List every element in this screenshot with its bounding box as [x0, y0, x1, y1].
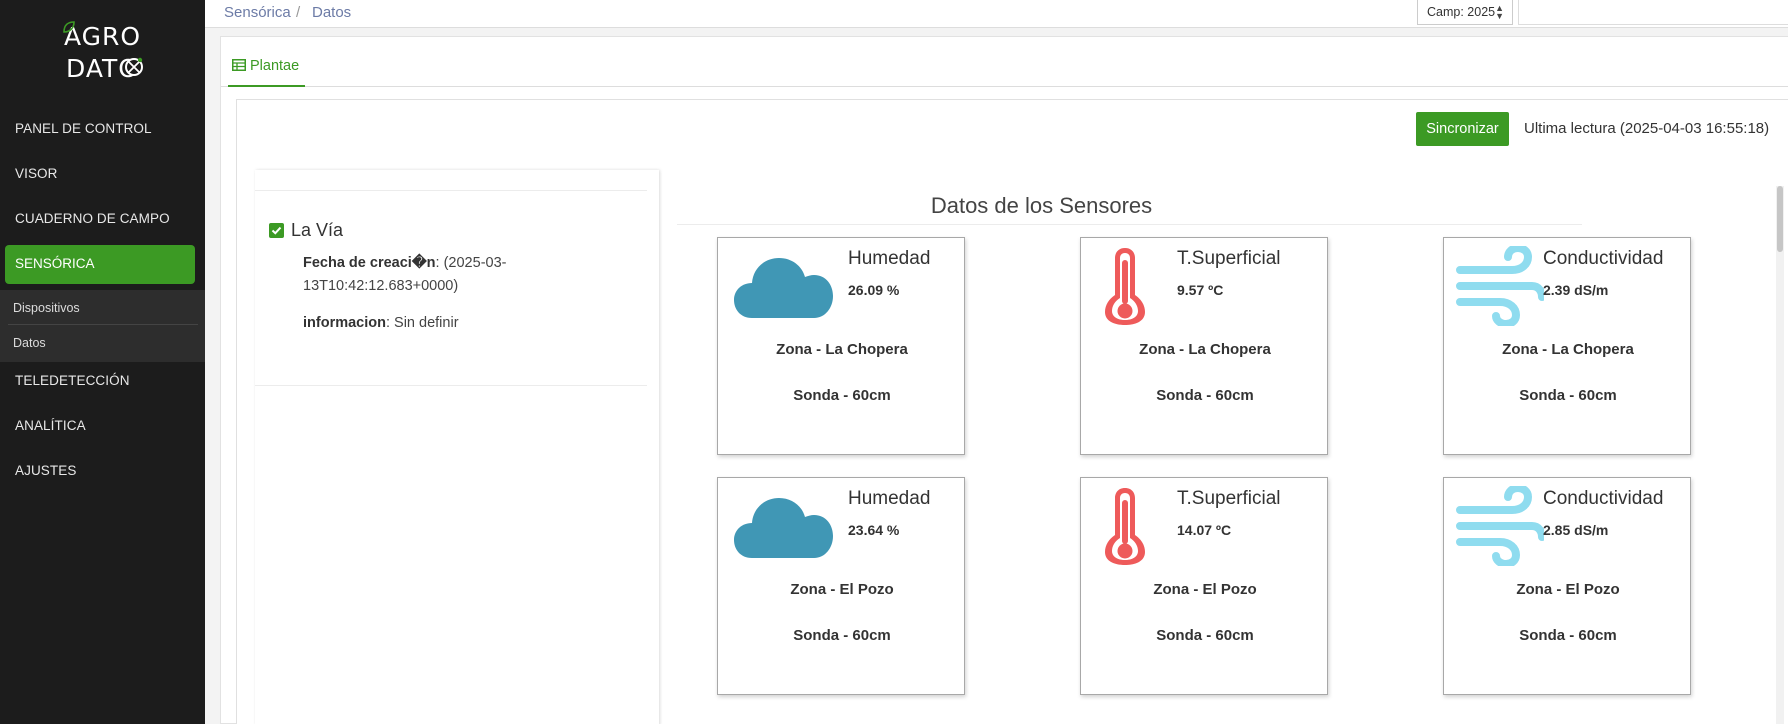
location-card: La Vía Fecha de creaci�n: (2025-03- 13T1…: [255, 170, 659, 724]
sensor-value: 2.39 dS/m: [1543, 282, 1609, 298]
location-checkbox[interactable]: [269, 223, 284, 238]
breadcrumb-current: Datos: [312, 4, 352, 21]
info-value: : Sin definir: [385, 315, 459, 331]
logo-text-line2: DATO: [66, 54, 139, 83]
sensor-zone: Zona - El Pozo: [1516, 581, 1620, 598]
info-label: informacion: [303, 315, 386, 331]
sensor-zone: Zona - La Chopera: [1139, 341, 1271, 358]
sensor-probe: Sonda - 60cm: [1156, 387, 1254, 404]
sensor-probe: Sonda - 60cm: [793, 387, 891, 404]
nav-sensorica[interactable]: SENSÓRICA: [5, 245, 195, 284]
created-label: Fecha de creaci�n: [303, 255, 436, 271]
sensor-type: Conductividad: [1543, 248, 1664, 269]
created-value-line2: 13T10:42:12.683+0000): [303, 278, 459, 294]
sensor-card-tsuperficial-la-chopera[interactable]: T.Superficial 9.57 ºC Zona - La Chopera …: [1080, 237, 1328, 455]
sensor-value: 2.85 dS/m: [1543, 522, 1609, 538]
sensor-value: 9.57 ºC: [1177, 282, 1224, 298]
location-card-divider-top: [255, 190, 647, 191]
created-date-field: Fecha de creaci�n: (2025-03- 13T10:42:12…: [303, 252, 506, 298]
top-bar: Sensórica / Datos Camp: 2025 ▲ ▼: [205, 0, 1788, 28]
info-field: informacion: Sin definir: [303, 312, 459, 335]
nav-ajustes[interactable]: AJUSTES: [15, 463, 76, 478]
sensorica-submenu: Dispositivos Datos: [0, 290, 205, 362]
nav-analitica[interactable]: ANALÍTICA: [15, 418, 86, 433]
sensor-card-tsuperficial-el-pozo[interactable]: T.Superficial 14.07 ºC Zona - El Pozo So…: [1080, 477, 1328, 695]
top-bar-right-area: [1518, 0, 1788, 25]
sensor-value: 23.64 %: [848, 522, 900, 538]
tab-bar: Plantae: [221, 37, 1788, 87]
nav-sensorica-label: SENSÓRICA: [15, 256, 95, 271]
sensor-card-humedad-el-pozo[interactable]: Humedad 23.64 % Zona - El Pozo Sonda - 6…: [717, 477, 965, 695]
submenu-divider: [8, 324, 198, 325]
sensor-value: 14.07 ºC: [1177, 522, 1232, 538]
wind-icon: [1456, 246, 1544, 326]
sync-button[interactable]: Sincronizar: [1416, 112, 1509, 146]
logo-text-line1: AGRO: [63, 22, 142, 51]
campaign-select[interactable]: Camp: 2025 ▲ ▼: [1417, 0, 1513, 25]
created-value-line1: : (2025-03-: [435, 255, 507, 271]
nav-cuaderno-de-campo[interactable]: CUADERNO DE CAMPO: [15, 211, 170, 226]
tab-plantae-label: Plantae: [250, 58, 300, 74]
sensors-divider: [677, 224, 1582, 225]
sensor-type: Humedad: [848, 488, 931, 509]
sensor-card-conductividad-el-pozo[interactable]: Conductividad 2.85 dS/m Zona - El Pozo S…: [1443, 477, 1691, 695]
sensors-scrollbar[interactable]: [1776, 186, 1784, 724]
nav-visor[interactable]: VISOR: [15, 166, 58, 181]
thermometer-icon: [1105, 488, 1145, 565]
logo-target-icon: [125, 57, 143, 76]
sensor-zone: Zona - La Chopera: [776, 341, 908, 358]
nav-teledeteccion[interactable]: TELEDETECCIÓN: [15, 373, 130, 388]
location-card-divider-bottom: [255, 385, 647, 386]
sensor-type: Humedad: [848, 248, 931, 269]
breadcrumb-parent[interactable]: Sensórica: [224, 4, 291, 21]
sensor-zone: Zona - El Pozo: [790, 581, 894, 598]
last-reading-text: Ultima lectura (2025-04-03 16:55:18): [1524, 120, 1770, 137]
table-icon: [232, 59, 246, 71]
sensor-zone: Zona - La Chopera: [1502, 341, 1634, 358]
campaign-select-value: Camp: 2025: [1427, 5, 1496, 19]
sensor-probe: Sonda - 60cm: [1156, 627, 1254, 644]
sensor-probe: Sonda - 60cm: [1519, 387, 1617, 404]
sensor-content: Sincronizar Ultima lectura (2025-04-03 1…: [236, 99, 1788, 724]
scrollbar-thumb[interactable]: [1777, 186, 1783, 252]
logo-leaf-icon: [63, 21, 75, 33]
sensor-type: Conductividad: [1543, 488, 1664, 509]
sensor-value: 26.09 %: [848, 282, 900, 298]
tab-plantae[interactable]: Plantae: [228, 55, 305, 87]
nav-panel-de-control[interactable]: PANEL DE CONTROL: [15, 121, 152, 136]
sensors-title: Datos de los Sensores: [930, 193, 1153, 218]
submenu-datos[interactable]: Datos: [13, 336, 46, 350]
sensor-card-humedad-la-chopera[interactable]: Humedad 26.09 % Zona - La Chopera Sonda …: [717, 237, 965, 455]
select-arrows-icon: ▲ ▼: [1495, 3, 1504, 21]
main-panel: Plantae Sincronizar Ultima lectura (2025…: [220, 36, 1788, 724]
sensor-type: T.Superficial: [1177, 488, 1281, 509]
sensor-type: T.Superficial: [1177, 248, 1281, 269]
wind-icon: [1456, 486, 1544, 566]
thermometer-icon: [1105, 248, 1145, 325]
sensor-zone: Zona - El Pozo: [1153, 581, 1257, 598]
breadcrumb-separator: /: [296, 4, 301, 21]
sidebar: AGRO DATO PANEL DE CONTROL VISOR CUADERN…: [0, 0, 205, 724]
sensor-card-conductividad-la-chopera[interactable]: Conductividad 2.39 dS/m Zona - La Choper…: [1443, 237, 1691, 455]
cloud-icon: [734, 498, 833, 558]
sensor-probe: Sonda - 60cm: [1519, 627, 1617, 644]
sensor-probe: Sonda - 60cm: [793, 627, 891, 644]
location-name: La Vía: [291, 220, 344, 240]
submenu-dispositivos[interactable]: Dispositivos: [13, 301, 80, 315]
check-icon: [271, 226, 282, 235]
agrodato-logo[interactable]: AGRO DATO: [0, 18, 205, 88]
cloud-icon: [734, 258, 833, 318]
